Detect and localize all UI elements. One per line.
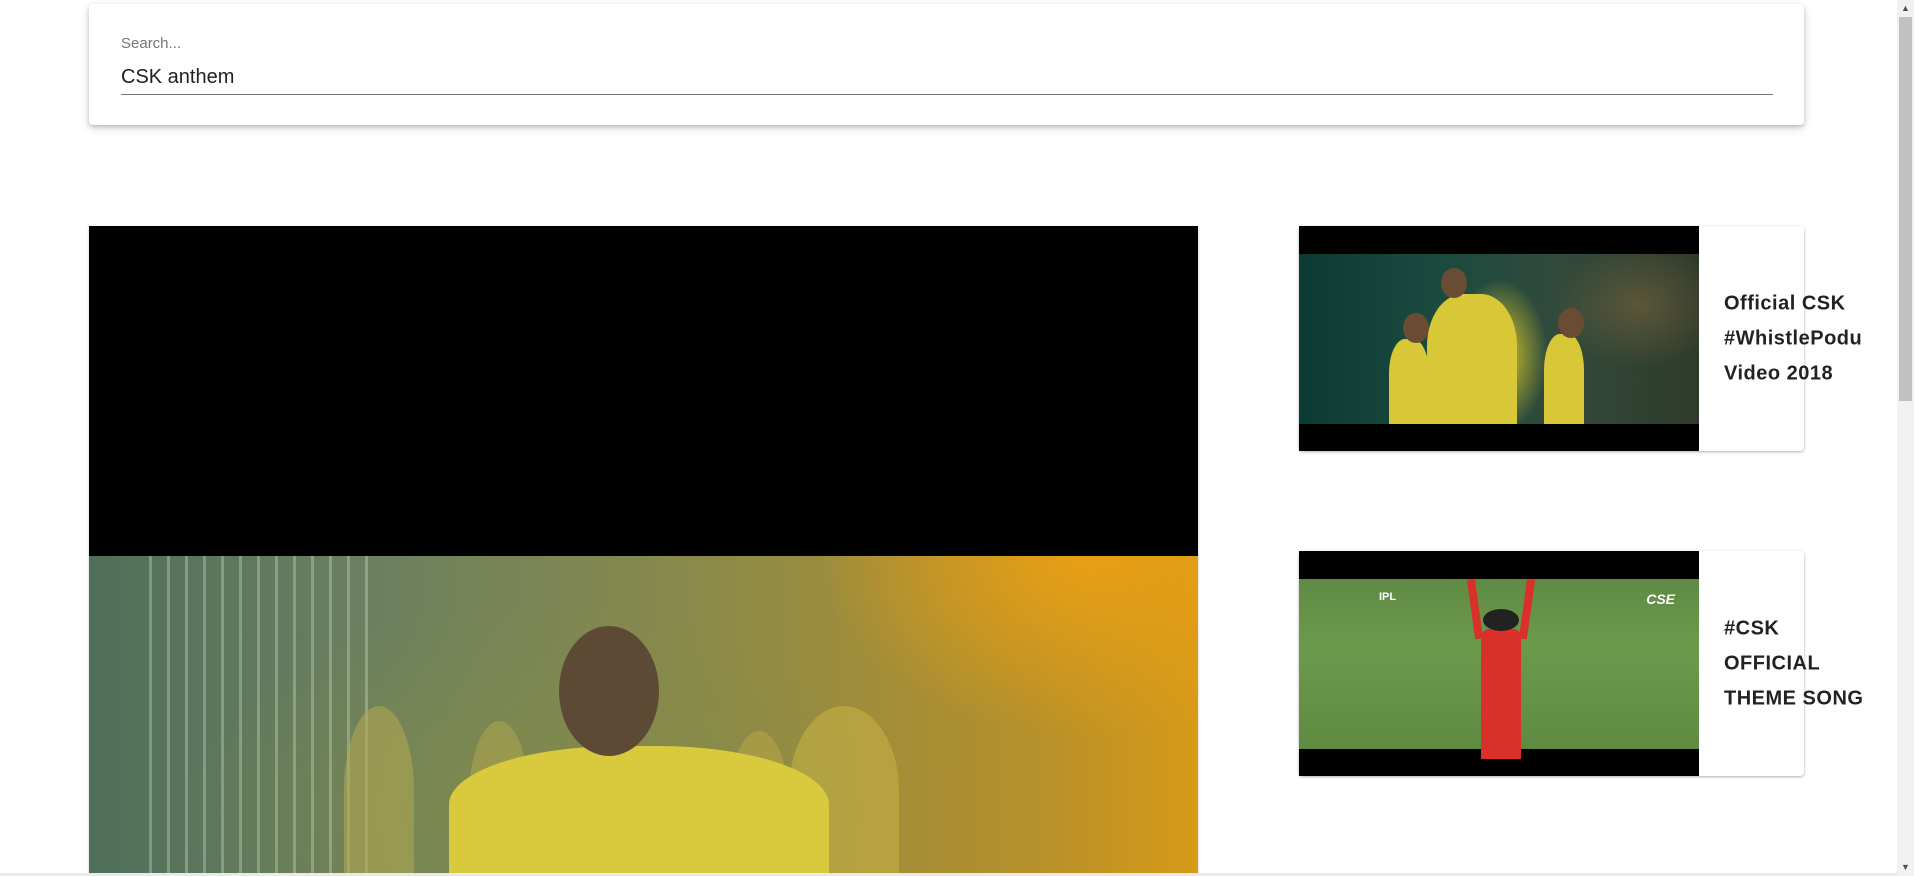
- main-player-figure: [1427, 268, 1517, 424]
- player-figure: [1544, 308, 1584, 424]
- player-figure: [344, 706, 414, 876]
- umpire-hat: [1483, 609, 1519, 631]
- umpire-arm: [1518, 578, 1536, 640]
- umpire-figure: [1481, 629, 1521, 759]
- ipl-logo: IPL: [1379, 591, 1397, 603]
- video-frame: [89, 556, 1198, 876]
- video-thumbnail[interactable]: IPL CSE: [1299, 551, 1699, 776]
- video-title[interactable]: #CSK OFFICIAL THEME SONG: [1724, 611, 1874, 716]
- umpire-arm: [1466, 578, 1484, 640]
- player-figure: [1389, 313, 1429, 424]
- thumbnail-image: [1299, 254, 1699, 424]
- video-card[interactable]: IPL CSE #CSK OFFICIAL THEME SONG: [1299, 551, 1863, 776]
- video-thumbnail[interactable]: [1299, 226, 1699, 451]
- vertical-scrollbar[interactable]: ▲ ▼: [1897, 0, 1914, 876]
- main-player-head: [559, 626, 659, 756]
- search-card: Search...: [89, 4, 1804, 125]
- thumbnail-image: IPL CSE: [1299, 578, 1699, 759]
- search-label: Search...: [121, 35, 182, 52]
- player-letterbox: [89, 226, 1198, 556]
- scroll-thumb[interactable]: [1899, 17, 1912, 401]
- video-title[interactable]: Official CSK #WhistlePodu Video 2018: [1724, 286, 1874, 391]
- search-input[interactable]: [121, 60, 1773, 95]
- scroll-down-icon[interactable]: ▼: [1897, 859, 1914, 876]
- video-card[interactable]: Official CSK #WhistlePodu Video 2018: [1299, 226, 1862, 451]
- cse-logo: CSE: [1646, 591, 1675, 607]
- main-video-player[interactable]: [89, 226, 1198, 876]
- scroll-up-icon[interactable]: ▲: [1897, 0, 1914, 17]
- main-player-jersey: [449, 746, 829, 876]
